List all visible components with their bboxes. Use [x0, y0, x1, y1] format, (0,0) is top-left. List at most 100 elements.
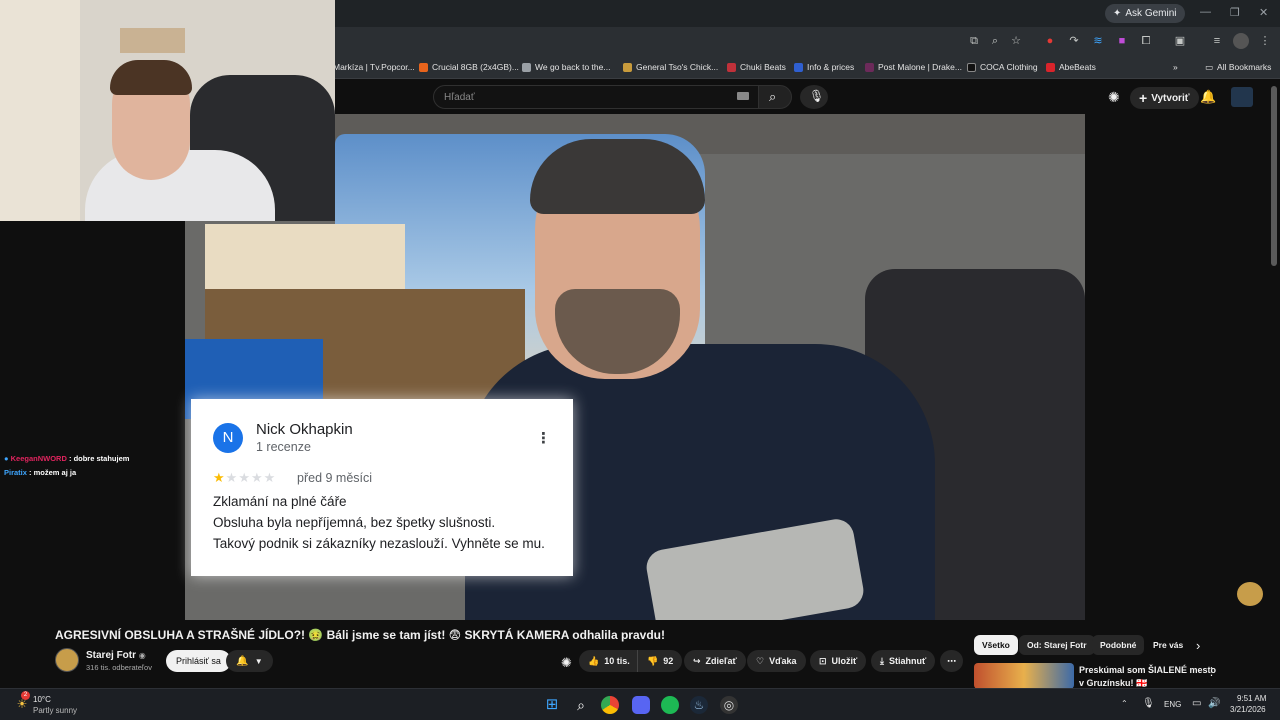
obs-icon[interactable]: ◎ [720, 696, 738, 714]
search-icon: ⌕ [769, 89, 777, 104]
more-vert-icon[interactable]: ⋮ [1206, 665, 1217, 678]
bookmark-favicon [967, 62, 976, 72]
close-icon[interactable]: ✕ [1259, 6, 1268, 19]
extensions-puzzle-icon[interactable]: ⧠ [1138, 33, 1154, 49]
network-icon[interactable]: ▭ [1192, 698, 1201, 709]
subscribe-button[interactable]: Prihlásiť sa [166, 650, 231, 672]
bookmark-favicon [794, 62, 803, 72]
chevron-right-icon[interactable]: › [1196, 638, 1200, 653]
voice-search-button[interactable]: 🎙 [800, 85, 828, 109]
plus-icon: + [1139, 90, 1148, 106]
sparkle-icon[interactable]: ✺ [1108, 89, 1120, 106]
video-scene-person-hair [530, 139, 705, 214]
bookmark-item[interactable]: COCA Clothing [967, 60, 1038, 74]
bookmark-item[interactable]: AbeBeats [1046, 60, 1096, 74]
reviewer-name: Nick Okhapkin [256, 421, 353, 438]
weather-condition: Partly sunny [33, 706, 78, 715]
microphone-icon[interactable]: 🎙 [1142, 698, 1155, 709]
clock-time[interactable]: 9:51 AM [1237, 694, 1266, 703]
bookmark-item[interactable]: We go back to the... [522, 60, 610, 74]
maximize-icon[interactable]: ❐ [1230, 6, 1240, 19]
windows-taskbar: ☀ 2 10°C Partly sunny ⊞ ⌕ ♨ ◎ ⌃ 🎙 ENG ▭ … [0, 688, 1280, 720]
star-icon: ★ [250, 470, 264, 485]
reviewer-avatar: N [213, 423, 243, 453]
windows-start-icon[interactable]: ⊞ [543, 696, 561, 714]
create-button[interactable]: + Vytvoriť [1130, 87, 1199, 109]
save-button[interactable]: ⊡ Uložiť [810, 650, 867, 672]
webcam-shelf-box [120, 28, 185, 53]
review-text-line: Obsluha byla nepříjemná, bez špetky sluš… [213, 515, 496, 530]
verified-icon: ◉ [138, 651, 146, 660]
bookmark-star-icon[interactable]: ☆ [1008, 33, 1024, 49]
tray-overflow-icon[interactable]: ⌃ [1121, 699, 1128, 708]
extension-purple-icon[interactable]: ■ [1114, 33, 1130, 49]
microphone-icon: 🎙 [809, 89, 825, 103]
webcam-curtain [0, 0, 80, 221]
star-rating: ★★★★★ [213, 470, 276, 486]
chat-message: ● KeeganNWORD : dobre stahujem [4, 454, 130, 463]
account-avatar[interactable] [1231, 87, 1253, 107]
notification-preference-button[interactable]: 🔔 ▼ [226, 650, 273, 672]
search-input[interactable]: Hľadať [433, 85, 759, 109]
download-button[interactable]: ⤓ Stiahnuť [871, 650, 936, 672]
chip-for-you[interactable]: Pre vás [1145, 635, 1191, 655]
bookmark-item[interactable]: Chuki Beats [727, 60, 786, 74]
review-text-line: Takový podnik si zákazníky nezaslouží. V… [213, 536, 545, 551]
extension-wave-icon[interactable]: ≋ [1090, 33, 1106, 49]
all-bookmarks-button[interactable]: ▭ All Bookmarks [1205, 60, 1271, 74]
page-scrollbar[interactable] [1271, 86, 1277, 266]
bookmark-item[interactable]: Post Malone | Drake... [865, 60, 962, 74]
volume-icon[interactable]: 🔊 [1208, 698, 1220, 709]
zoom-icon[interactable]: ⌕ [987, 33, 1003, 49]
dislike-button[interactable]: 👎 92 [637, 650, 683, 672]
clock-date[interactable]: 3/21/2026 [1230, 705, 1266, 714]
more-actions-button[interactable]: ⋯ [940, 650, 963, 672]
chat-bullet-icon: ● [4, 454, 9, 463]
recommended-video-title[interactable]: Preskúmal som ŠIALENÉ mesto [1079, 665, 1216, 675]
steam-icon[interactable]: ♨ [690, 696, 708, 714]
channel-avatar[interactable] [55, 648, 79, 672]
extension-arrow-icon[interactable]: ↷ [1066, 33, 1082, 49]
keyboard-icon[interactable] [737, 92, 749, 100]
tab-search-icon[interactable]: ▣ [1172, 33, 1188, 49]
notifications-bell-icon[interactable]: 🔔 [1200, 89, 1216, 105]
bookmark-item[interactable]: General Tso's Chick... [623, 60, 718, 74]
spotify-icon[interactable] [661, 696, 679, 714]
bookmark-item[interactable]: Crucial 8GB (2x4GB)... [419, 60, 519, 74]
search-button[interactable]: ⌕ [758, 85, 792, 109]
bookmarks-overflow-icon[interactable]: » [1173, 60, 1178, 74]
bookmark-item[interactable]: Info & prices [794, 60, 854, 74]
bookmark-favicon [623, 62, 632, 72]
chip-related[interactable]: Podobné [1092, 635, 1145, 655]
star-icon: ★ [263, 470, 277, 485]
more-vert-icon: ⋮ [536, 430, 551, 447]
channel-watermark[interactable] [1237, 582, 1263, 606]
reading-list-icon[interactable]: ≡ [1209, 33, 1225, 49]
cast-icon[interactable]: ⧉ [966, 33, 982, 49]
language-indicator[interactable]: ENG [1164, 700, 1181, 709]
share-button[interactable]: ↪ Zdieľať [684, 650, 746, 672]
discord-icon[interactable] [632, 696, 650, 714]
chrome-icon[interactable] [601, 696, 619, 714]
weather-badge: 2 [21, 691, 30, 700]
chip-all[interactable]: Všetko [974, 635, 1018, 655]
webcam-overlay [0, 0, 335, 221]
minimize-icon[interactable]: — [1200, 6, 1211, 18]
ask-gemini-button[interactable]: ✦ Ask Gemini [1105, 4, 1185, 23]
folder-icon: ▭ [1205, 61, 1214, 72]
search-icon[interactable]: ⌕ [572, 696, 590, 714]
bookmark-favicon [1046, 62, 1055, 72]
sparkle-icon[interactable]: ✺ [561, 655, 572, 671]
profile-avatar-icon[interactable] [1233, 33, 1249, 49]
chip-from-channel[interactable]: Od: Starej Fotr [1019, 635, 1095, 655]
recommended-video-thumbnail[interactable] [974, 663, 1074, 689]
video-title: AGRESIVNÍ OBSLUHA A STRAŠNÉ JÍDLO?! 🤢 Bá… [55, 628, 665, 642]
like-button[interactable]: 👍 10 tis. [579, 650, 639, 672]
temperature: 10°C [33, 695, 51, 704]
extension-red-icon[interactable]: ● [1042, 33, 1058, 49]
browser-menu-icon[interactable]: ⋮ [1257, 33, 1273, 49]
channel-name[interactable]: Starej Fotr ◉ [86, 650, 146, 661]
star-icon: ★ [213, 470, 226, 485]
bookmark-item[interactable]: Markíza | Tv.Popcor... [333, 60, 415, 74]
thanks-button[interactable]: ♡ Vďaka [747, 650, 806, 672]
